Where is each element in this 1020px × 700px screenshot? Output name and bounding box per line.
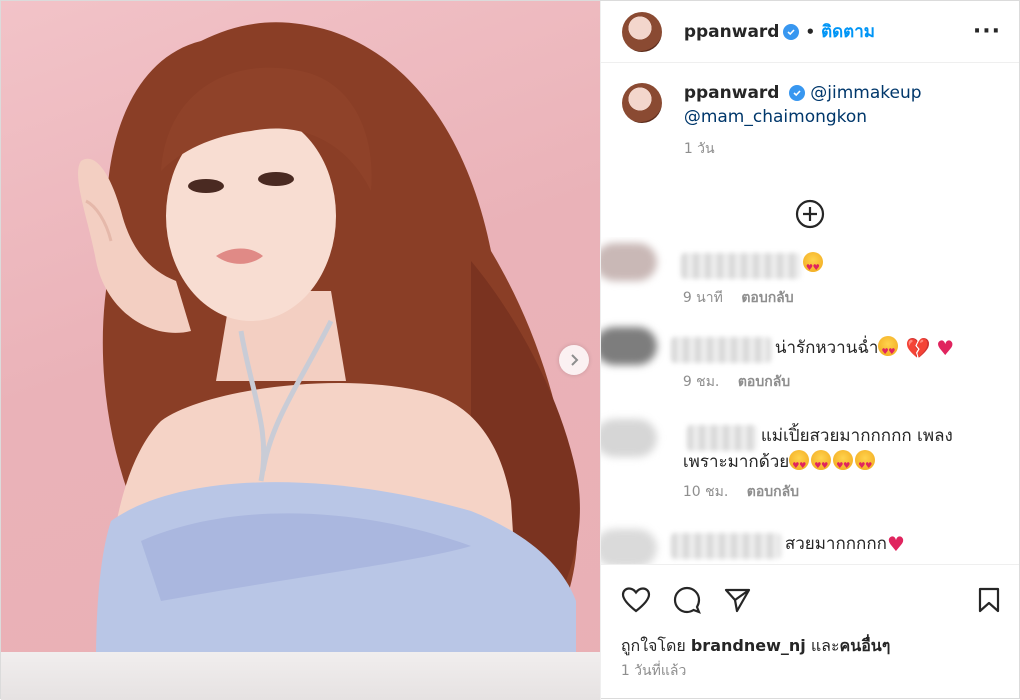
instagram-post: ppanward • ติดตาม ··· ppanward @jimmakeu… — [0, 0, 1020, 700]
share-icon[interactable] — [723, 586, 751, 614]
comment-body: น่ารักหวานฉ่ำ — [774, 338, 879, 358]
heart-eyes-emoji — [878, 336, 899, 365]
caption-time: 1 วัน — [683, 141, 715, 157]
table-surface — [1, 652, 600, 700]
broken-heart-emoji: 💔 — [905, 336, 931, 360]
load-more-comments-button[interactable] — [601, 191, 1019, 237]
comment-text: น่ารักหวานฉ่ำ 💔 ♥ — [774, 335, 955, 365]
posted-time: 1 วันที่แล้ว — [620, 663, 687, 679]
follow-button[interactable]: ติดตาม — [821, 18, 875, 45]
caption-username[interactable]: ppanward — [684, 83, 780, 103]
separator-dot: • — [805, 22, 816, 41]
comment-item: น่ารักหวานฉ่ำ 💔 ♥ 9 ชม. ตอบกลับ — [600, 323, 1019, 403]
post-header: ppanward • ติดตาม ··· — [600, 1, 1019, 63]
plus-circle-icon — [795, 199, 825, 229]
caption-avatar[interactable] — [621, 83, 662, 123]
heart-eyes-emoji — [802, 252, 823, 281]
comment-item: สวยมากกกกก♥ — [600, 519, 1019, 564]
commenter-name — [670, 337, 771, 363]
commenter-name — [680, 253, 801, 279]
heart-icon[interactable] — [621, 586, 651, 614]
likes-summary: ถูกใจโดย brandnew_nj และคนอื่นๆ — [601, 634, 1019, 660]
post-side-panel: ppanward • ติดตาม ··· ppanward @jimmakeu… — [600, 1, 1019, 700]
post-photo — [1, 1, 601, 700]
red-heart-emoji: ♥ — [886, 532, 905, 556]
commenter-name — [670, 533, 781, 559]
comment-body: เพราะมากด้วย — [682, 452, 790, 472]
mention-link[interactable]: @jimmakeup — [810, 83, 921, 103]
liker-username[interactable]: brandnew_nj — [691, 636, 806, 655]
comment-icon[interactable] — [673, 586, 701, 614]
comment-text — [802, 251, 825, 281]
chevron-right-icon — [571, 354, 579, 366]
comment-meta: 10 ชม. ตอบกลับ — [683, 481, 799, 503]
post-username[interactable]: ppanward — [684, 22, 780, 42]
comment-meta: 9 ชม. ตอบกลับ — [683, 371, 790, 393]
avatar — [600, 243, 657, 281]
avatar — [600, 419, 657, 457]
comment-item: แม่เปิ้ยสวยมากกกกก เพลง เพราะมากด้วย 10 … — [600, 407, 1019, 517]
more-options-button[interactable]: ··· — [973, 19, 1001, 44]
red-heart-emoji: ♥ — [936, 336, 955, 360]
likes-conj: และ — [810, 636, 840, 655]
reply-button[interactable]: ตอบกลับ — [741, 290, 793, 306]
comment-list: 9 นาที ตอบกลับ น่ารักหวานฉ่ำ 💔 ♥ 9 ชม. ต… — [600, 237, 1019, 564]
likes-others-link[interactable]: คนอื่นๆ — [840, 636, 891, 655]
comment-body: สวยมากกกกก — [784, 534, 887, 554]
mention-link[interactable]: @mam_chaimongkon — [684, 105, 922, 129]
avatar — [600, 529, 657, 564]
verified-icon — [788, 85, 805, 101]
next-photo-button[interactable] — [559, 345, 589, 375]
comment-text: สวยมากกกกก♥ — [785, 531, 905, 557]
heart-eyes-emoji — [833, 450, 854, 479]
action-bar — [600, 564, 1019, 634]
comment-meta: 9 นาที ตอบกลับ — [683, 287, 794, 309]
comment-time: 10 ชม. — [682, 484, 729, 500]
comment-text: แม่เปิ้ยสวยมากกกกก เพลง — [760, 426, 953, 446]
avatar[interactable] — [621, 11, 662, 52]
comment-item: 9 นาที ตอบกลับ — [600, 237, 1019, 317]
verified-icon — [783, 23, 800, 40]
comment-text: เพราะมากด้วย — [682, 449, 877, 479]
heart-eyes-emoji — [855, 450, 876, 479]
reply-button[interactable]: ตอบกลับ — [747, 484, 799, 500]
comment-time: 9 ชม. — [682, 374, 720, 390]
likes-prefix: ถูกใจโดย — [620, 636, 686, 655]
heart-eyes-emoji — [789, 450, 810, 479]
commenter-name — [686, 425, 757, 451]
bookmark-icon[interactable] — [977, 586, 1001, 614]
avatar — [600, 327, 657, 365]
reply-button[interactable]: ตอบกลับ — [738, 374, 790, 390]
woman-portrait-illustration — [78, 22, 580, 662]
comment-time: 9 นาที — [682, 290, 723, 306]
post-caption: ppanward @jimmakeup @mam_chaimongkon 1 ว… — [601, 63, 1019, 191]
heart-eyes-emoji — [811, 450, 832, 479]
